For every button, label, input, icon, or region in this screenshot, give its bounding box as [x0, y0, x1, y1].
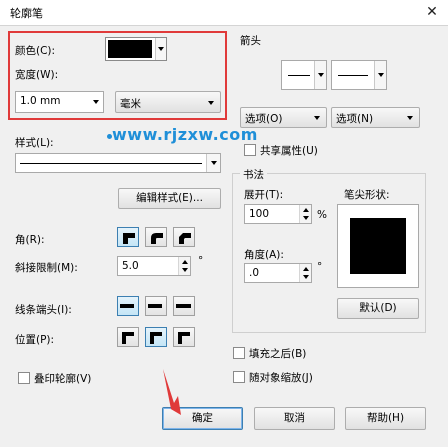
- help-label: 帮助(H): [366, 412, 405, 424]
- calligraphy-label: 书法: [240, 167, 267, 182]
- arrow-options-left-button[interactable]: 选项(O): [240, 107, 327, 128]
- nib-square: [350, 218, 406, 274]
- arrow-options-right-button[interactable]: 选项(N): [331, 107, 420, 128]
- corner-bevel-button[interactable]: [173, 227, 195, 247]
- position-inside-button[interactable]: [173, 327, 195, 347]
- miter-corner-icon: [123, 233, 135, 244]
- overprint-checkbox[interactable]: [18, 372, 30, 384]
- default-nib-label: 默认(D): [359, 302, 397, 314]
- stretch-unit: %: [317, 209, 327, 221]
- width-select[interactable]: 1.0 mm: [15, 91, 104, 113]
- spin-down-icon: [303, 216, 309, 220]
- style-select[interactable]: [15, 153, 221, 173]
- position-center-button[interactable]: [145, 327, 167, 347]
- share-attributes-checkbox[interactable]: [244, 144, 256, 156]
- scale-with-object-checkbox[interactable]: [233, 371, 245, 383]
- style-label: 样式(L):: [15, 137, 54, 149]
- bevel-corner-icon: [179, 233, 191, 244]
- default-nib-button[interactable]: 默认(D): [337, 298, 419, 319]
- start-arrow-select[interactable]: [281, 60, 327, 90]
- cancel-label: 取消: [284, 412, 305, 424]
- arrows-label: 箭头: [240, 35, 261, 47]
- round-cap-icon: [148, 304, 162, 308]
- spin-down-icon: [303, 275, 309, 279]
- angle-value: .0: [249, 267, 260, 279]
- cancel-button[interactable]: 取消: [254, 407, 335, 430]
- corner-round-button[interactable]: [145, 227, 167, 247]
- stretch-label: 展开(T):: [244, 189, 284, 201]
- angle-input[interactable]: .0: [244, 263, 312, 283]
- cap-butt-button[interactable]: [117, 296, 139, 316]
- pointer-arrow-icon: [163, 369, 181, 415]
- color-label: 颜色(C):: [15, 45, 56, 57]
- spin-arrows[interactable]: [299, 264, 311, 282]
- miter-limit-input[interactable]: 5.0: [117, 256, 191, 276]
- close-icon[interactable]: ✕: [420, 2, 444, 22]
- edit-style-button[interactable]: 编辑样式(E)...: [118, 188, 221, 209]
- center-position-icon: [150, 332, 162, 344]
- spin-up-icon: [303, 208, 309, 212]
- chevron-down-icon: [89, 92, 103, 112]
- cap-round-button[interactable]: [145, 296, 167, 316]
- unit-value: 毫米: [120, 98, 141, 110]
- chevron-down-icon: [314, 116, 320, 120]
- position-label: 位置(P):: [15, 334, 55, 346]
- angle-label: 角度(A):: [244, 249, 284, 261]
- window-title: 轮廓笔: [10, 7, 43, 20]
- ok-label: 确定: [192, 412, 213, 424]
- title-bar: [0, 0, 448, 26]
- width-label: 宽度(W):: [15, 69, 59, 81]
- nib-preview[interactable]: [337, 204, 419, 288]
- solid-line-icon: [20, 163, 202, 164]
- miter-limit-label: 斜接限制(M):: [15, 262, 78, 274]
- unit-select[interactable]: 毫米: [115, 91, 221, 113]
- overprint-label: 叠印轮廓(V): [34, 373, 92, 385]
- spin-up-icon: [303, 267, 309, 271]
- scale-with-object-label: 随对象缩放(J): [249, 372, 313, 384]
- line-icon: [288, 75, 310, 76]
- behind-fill-label: 填充之后(B): [249, 348, 307, 360]
- chevron-down-icon: [407, 116, 413, 120]
- end-arrow-select[interactable]: [331, 60, 387, 90]
- color-swatch: [108, 40, 152, 58]
- chevron-down-icon: [155, 38, 166, 60]
- stretch-value: 100: [249, 208, 270, 220]
- round-corner-icon: [151, 233, 163, 244]
- position-outside-button[interactable]: [117, 327, 139, 347]
- behind-fill-checkbox[interactable]: [233, 347, 245, 359]
- line-caps-label: 线条端头(I):: [15, 304, 72, 316]
- edit-style-label: 编辑样式(E)...: [136, 192, 203, 204]
- chevron-down-icon: [208, 101, 214, 105]
- corner-miter-button[interactable]: [117, 227, 139, 247]
- outside-position-icon: [122, 332, 134, 344]
- angle-unit: °: [317, 261, 323, 273]
- square-cap-icon: [176, 304, 191, 308]
- inside-position-icon: [178, 332, 190, 344]
- chevron-down-icon: [206, 154, 220, 172]
- chevron-down-icon: [314, 61, 326, 89]
- butt-cap-icon: [120, 304, 134, 308]
- line-icon: [338, 75, 368, 76]
- cap-square-button[interactable]: [173, 296, 195, 316]
- spin-up-icon: [182, 260, 188, 264]
- corner-label: 角(R):: [15, 234, 45, 246]
- arrow-options-right-label: 选项(N): [336, 113, 374, 125]
- share-attributes-label: 共享属性(U): [260, 145, 318, 157]
- help-button[interactable]: 帮助(H): [345, 407, 426, 430]
- nib-shape-label: 笔尖形状:: [344, 189, 390, 201]
- spin-arrows[interactable]: [299, 205, 311, 223]
- stretch-input[interactable]: 100: [244, 204, 312, 224]
- width-value: 1.0 mm: [20, 95, 61, 107]
- color-picker[interactable]: [105, 37, 167, 61]
- miter-limit-value: 5.0: [122, 260, 139, 272]
- chevron-down-icon: [374, 61, 386, 89]
- spin-down-icon: [182, 268, 188, 272]
- arrow-options-left-label: 选项(O): [245, 113, 283, 125]
- spin-arrows[interactable]: [178, 257, 190, 275]
- miter-limit-unit: °: [198, 255, 204, 267]
